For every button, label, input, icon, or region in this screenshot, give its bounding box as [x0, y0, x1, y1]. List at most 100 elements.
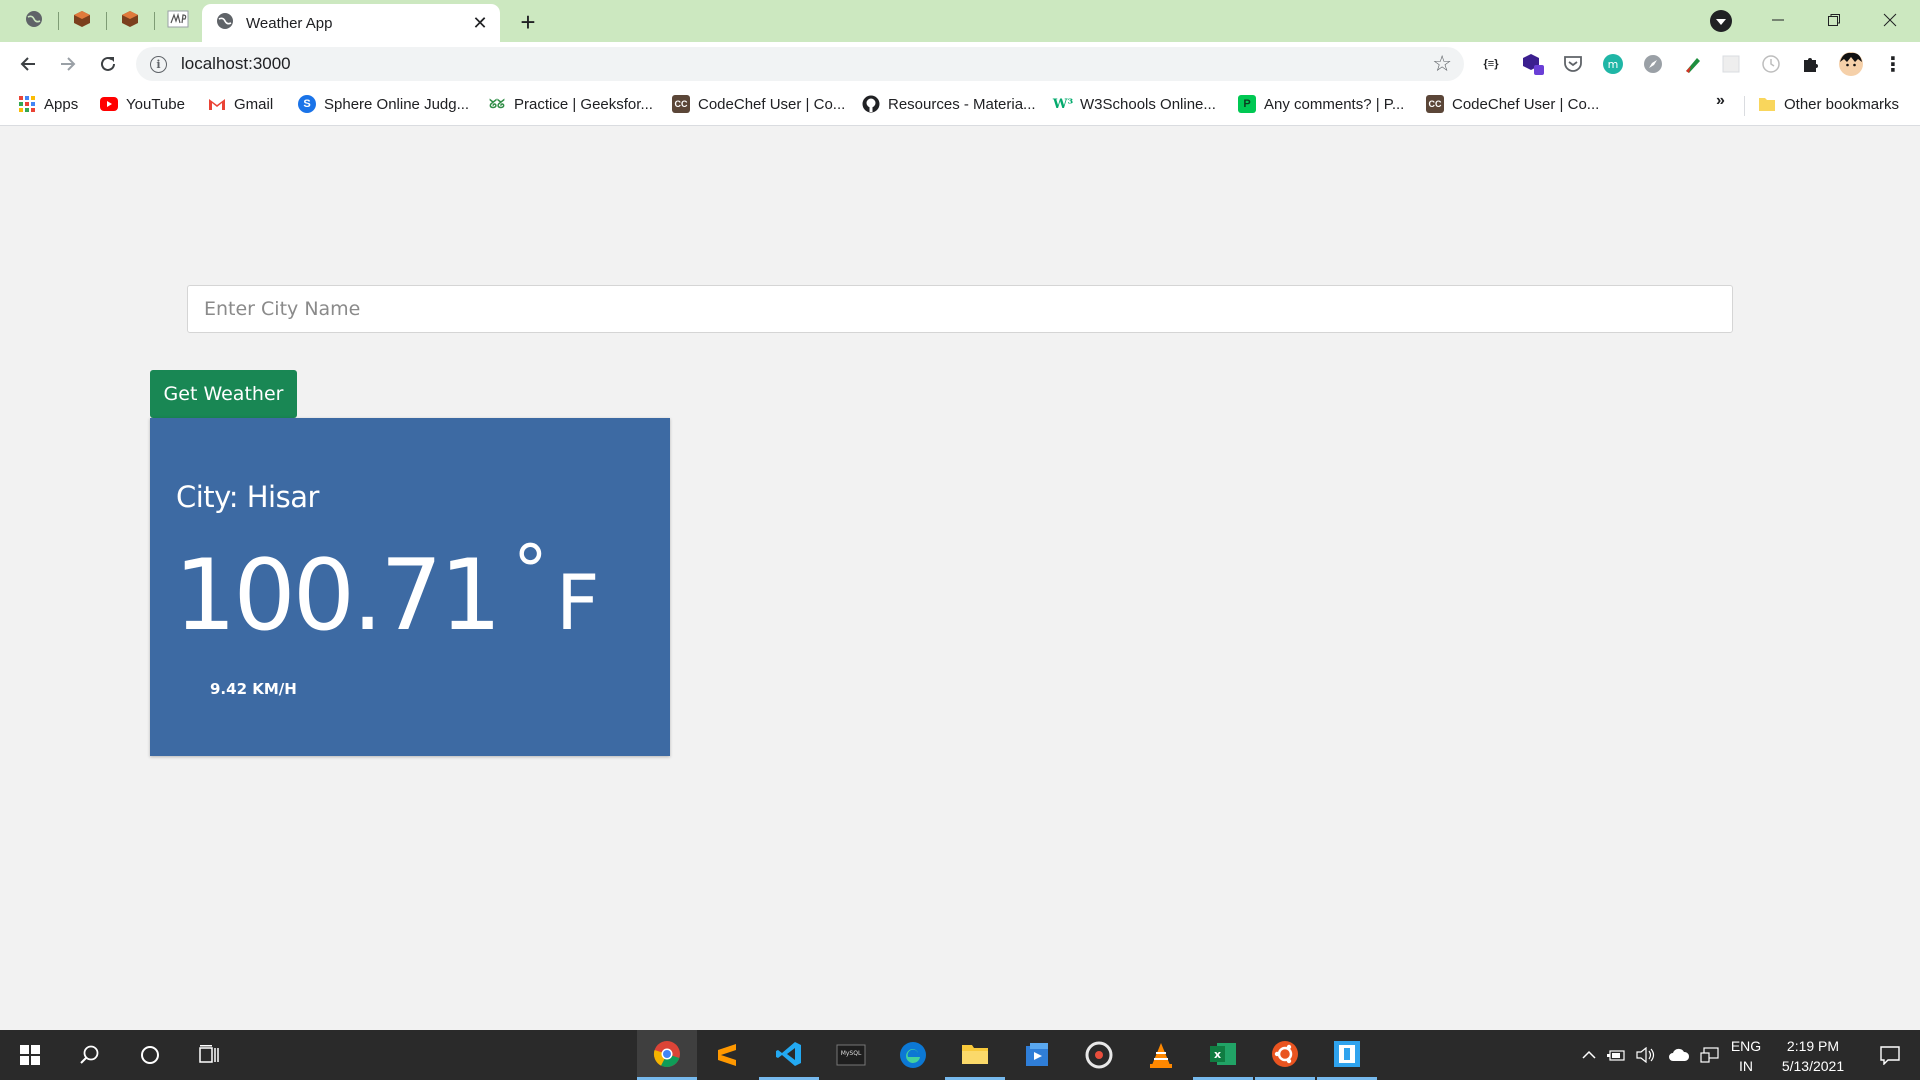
taskbar-vlc[interactable] [1131, 1030, 1191, 1080]
task-view-button[interactable] [180, 1030, 240, 1080]
taskbar-edge[interactable] [883, 1030, 943, 1080]
pramp-icon: P [1238, 95, 1256, 113]
bookmarks-bar: Apps YouTube Gmail S Sphere Online Judg.… [0, 86, 1920, 126]
bookmark-resources[interactable]: Resources - Materia... [862, 86, 1036, 122]
bookmarks-overflow-button[interactable]: » [1716, 92, 1725, 110]
minimize-button[interactable] [1750, 0, 1806, 40]
pocket-extension-icon[interactable] [1560, 51, 1586, 77]
disc-icon [1085, 1041, 1113, 1069]
bookmark-label: CodeChef User | Co... [698, 95, 846, 113]
battery-icon[interactable] [1606, 1030, 1628, 1080]
taskbar-db-browser[interactable] [1317, 1030, 1377, 1080]
puzzle-extensions-icon[interactable] [1798, 51, 1824, 77]
bookmark-star-icon[interactable]: ☆ [1432, 51, 1452, 77]
blank-extension-icon[interactable] [1718, 51, 1744, 77]
language-code: ENG [1730, 1038, 1762, 1054]
start-button[interactable] [0, 1030, 60, 1080]
mp-logo-icon [167, 10, 189, 33]
browser-tab-strip: Weather App ✕ + [0, 0, 1920, 42]
bookmark-sphere-judge[interactable]: S Sphere Online Judg... [298, 86, 469, 122]
taskbar-ubuntu[interactable] [1255, 1030, 1315, 1080]
color-pencil-extension-icon[interactable] [1680, 51, 1706, 77]
media-player-icon [1026, 1043, 1048, 1066]
pinned-tab-box-2[interactable] [106, 4, 154, 38]
bookmark-geeksforgeeks[interactable]: ᘜᘜ Practice | Geeksfor... [488, 86, 653, 122]
bookmark-label: YouTube [126, 95, 185, 113]
temperature-unit: F [555, 558, 600, 647]
taskbar-disc-app[interactable] [1069, 1030, 1129, 1080]
tab-title: Weather App [246, 14, 333, 32]
bookmark-label: CodeChef User | Co... [1452, 95, 1600, 113]
input-language[interactable]: ENG IN [1726, 1036, 1766, 1076]
taskbar-sublime-text[interactable] [697, 1030, 757, 1080]
taskbar-media-player[interactable] [1007, 1030, 1067, 1080]
show-hidden-icons[interactable] [1578, 1030, 1600, 1080]
tab-search-icon[interactable] [1710, 10, 1732, 32]
action-center-button[interactable] [1866, 1030, 1914, 1080]
globe-icon [216, 12, 234, 35]
address-url[interactable]: localhost:3000 [181, 54, 291, 74]
tab-weather-app[interactable]: Weather App ✕ [202, 4, 500, 42]
arrow-right-icon [61, 57, 76, 71]
search-button[interactable] [60, 1030, 120, 1080]
bookmark-label: Sphere Online Judg... [324, 95, 470, 113]
folder-icon [962, 1044, 988, 1064]
taskbar-chrome[interactable] [637, 1030, 697, 1080]
clock-extension-icon[interactable] [1758, 51, 1784, 77]
clock[interactable]: 2:19 PM 5/13/2021 [1770, 1036, 1856, 1076]
city-name-input[interactable] [187, 285, 1733, 333]
cortana-icon [141, 1046, 159, 1064]
chrome-icon [653, 1040, 680, 1067]
svg-text:x: x [1214, 1048, 1221, 1061]
site-info-icon[interactable]: i [150, 55, 167, 73]
bookmark-gmail[interactable]: Gmail [208, 86, 273, 122]
close-window-button[interactable] [1862, 0, 1918, 40]
address-bar[interactable]: i localhost:3000 ☆ [136, 47, 1464, 81]
restore-button[interactable] [1806, 0, 1862, 40]
bookmark-other-bookmarks[interactable]: Other bookmarks [1758, 86, 1899, 122]
onedrive-icon[interactable] [1666, 1030, 1692, 1080]
taskbar-file-explorer[interactable] [945, 1030, 1005, 1080]
gmail-icon [208, 95, 226, 113]
bookmark-label: Other bookmarks [1784, 95, 1900, 113]
cortana-button[interactable] [120, 1030, 180, 1080]
bookmark-w3schools[interactable]: W³ W3Schools Online... [1052, 86, 1216, 122]
pinned-tab-box-1[interactable] [58, 4, 106, 38]
close-tab-icon[interactable]: ✕ [466, 9, 494, 37]
taskbar-mysql[interactable]: MySQL [821, 1030, 881, 1080]
w3schools-icon: W³ [1052, 96, 1074, 112]
json-viewer-extension-icon[interactable]: {≡} [1478, 51, 1504, 77]
bookmark-codechef-1[interactable]: CC CodeChef User | Co... [672, 86, 845, 122]
bookmark-pramp[interactable]: P Any comments? | P... [1238, 86, 1404, 122]
more-menu-icon[interactable]: ⋮ [1880, 51, 1906, 77]
get-weather-button[interactable]: Get Weather [150, 370, 297, 418]
taskbar-excel[interactable]: x [1193, 1030, 1253, 1080]
profile-avatar[interactable] [1838, 51, 1864, 77]
weather-result-card: City: Hisar 100.71 ° F 9.42 KM/H [150, 418, 670, 756]
bookmark-label: Practice | Geeksfor... [514, 95, 653, 113]
reload-button[interactable] [92, 48, 124, 80]
apps-grid-icon [18, 95, 36, 113]
network-icon[interactable] [1698, 1030, 1722, 1080]
taskbar-vscode[interactable] [759, 1030, 819, 1080]
wind-speed: 9.42 KM/H [210, 680, 297, 698]
new-tab-button[interactable]: + [512, 6, 544, 38]
vlc-icon [1150, 1043, 1172, 1068]
volume-icon[interactable] [1634, 1030, 1656, 1080]
notification-icon [1880, 1046, 1900, 1065]
clock-time: 2:19 PM [1786, 1038, 1840, 1054]
m-extension-icon[interactable]: m [1600, 51, 1626, 77]
mysql-icon: MySQL [836, 1044, 866, 1066]
city-label: City: Hisar [176, 480, 319, 514]
back-button[interactable] [12, 48, 44, 80]
compass-extension-icon[interactable] [1640, 51, 1666, 77]
bookmark-youtube[interactable]: YouTube [100, 86, 185, 122]
bookmark-codechef-2[interactable]: CC CodeChef User | Co... [1426, 86, 1599, 122]
windows-taskbar: MySQL x ENG IN 2:19 PM 5/13/2021 [0, 1030, 1920, 1080]
forward-button[interactable] [52, 48, 84, 80]
pinned-tab-globe[interactable] [10, 4, 58, 38]
bookmark-apps[interactable]: Apps [18, 86, 78, 122]
pinned-tab-mp[interactable] [154, 4, 202, 38]
purple-cube-extension-icon[interactable] [1520, 51, 1546, 77]
bookmark-label: Gmail [234, 95, 274, 113]
